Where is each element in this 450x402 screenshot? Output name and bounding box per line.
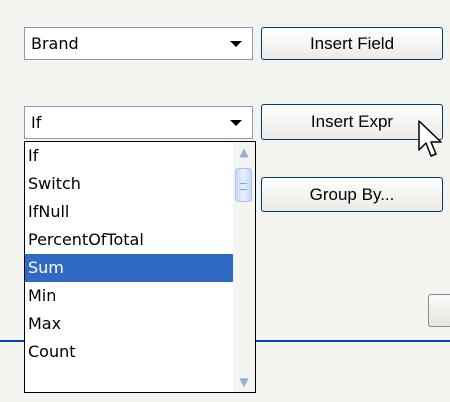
field-select-value: Brand (31, 34, 79, 53)
list-item[interactable]: Switch (25, 170, 233, 198)
scrollbar-thumb[interactable] (235, 168, 252, 202)
list-item[interactable]: If (25, 142, 233, 170)
expression-options: If Switch IfNull PercentOfTotal Sum Min … (25, 142, 233, 366)
list-item[interactable]: Min (25, 282, 233, 310)
expression-dropdown-list[interactable]: If Switch IfNull PercentOfTotal Sum Min … (24, 141, 256, 393)
field-select[interactable]: Brand (24, 27, 253, 60)
expression-builder-panel: Brand Insert Field If Insert Expr Group … (0, 0, 450, 402)
scroll-down-icon[interactable]: ▼ (235, 374, 253, 390)
list-item-selected[interactable]: Sum (25, 254, 233, 282)
partially-visible-button[interactable] (428, 294, 450, 327)
list-item[interactable]: Count (25, 338, 233, 366)
expression-select-value: If (31, 113, 42, 132)
list-item[interactable]: IfNull (25, 198, 233, 226)
scroll-up-icon[interactable]: ▲ (235, 144, 253, 160)
group-by-button[interactable]: Group By... (261, 177, 443, 212)
list-item[interactable]: Max (25, 310, 233, 338)
chevron-down-icon[interactable] (230, 41, 242, 47)
list-item[interactable]: PercentOfTotal (25, 226, 233, 254)
insert-field-button[interactable]: Insert Field (261, 27, 443, 60)
mouse-pointer-icon (418, 120, 442, 157)
vertical-scrollbar[interactable]: ▲ ▼ (233, 142, 255, 392)
expression-select[interactable]: If (24, 106, 253, 139)
chevron-down-icon[interactable] (230, 120, 242, 126)
grip-icon (240, 183, 247, 190)
insert-expr-button[interactable]: Insert Expr (261, 104, 443, 140)
